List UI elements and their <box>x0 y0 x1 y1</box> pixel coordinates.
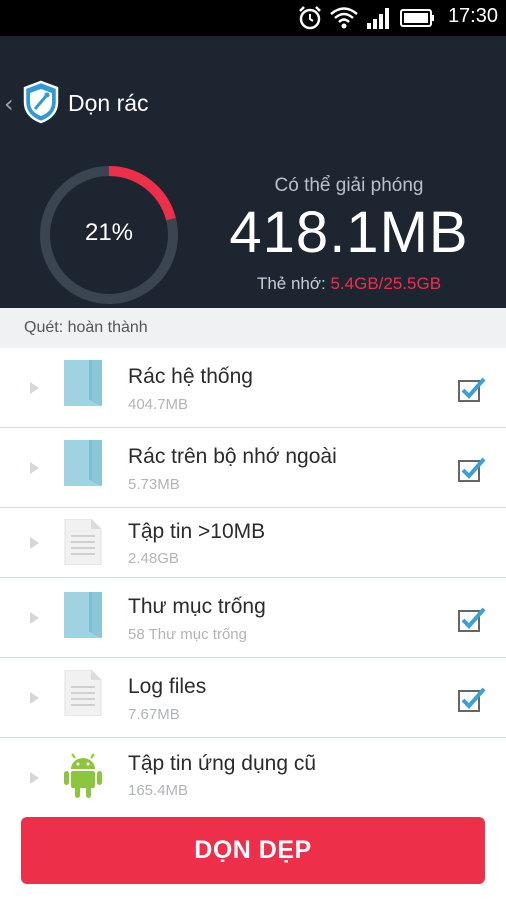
android-icon <box>64 753 102 798</box>
storage-label: Thẻ nhớ: <box>256 274 331 293</box>
checkbox-checked-icon[interactable] <box>458 606 486 632</box>
shield-logo-icon[interactable] <box>22 80 60 124</box>
document-icon <box>64 670 102 716</box>
item-title: Thư mục trống <box>128 595 266 618</box>
alarm-icon <box>299 6 321 30</box>
battery-icon <box>400 9 434 27</box>
item-subtitle: 58 Thư mục trống <box>128 626 247 643</box>
item-title: Tập tin >10MB <box>128 520 266 543</box>
expand-arrow-icon[interactable] <box>30 612 39 624</box>
scan-status-bar: Quét: hoàn thành <box>0 308 506 348</box>
checkbox-checked-icon[interactable] <box>458 456 486 482</box>
list-item[interactable]: Rác hệ thống 404.7MB <box>0 348 506 428</box>
free-size: 418.1MB <box>229 200 469 265</box>
folder-icon <box>64 360 102 406</box>
expand-arrow-icon[interactable] <box>30 382 39 394</box>
expand-arrow-icon[interactable] <box>30 462 39 474</box>
item-title: Log files <box>128 675 207 698</box>
folder-icon <box>64 440 102 486</box>
item-title: Tập tin ứng dụng cũ <box>128 752 317 775</box>
folder-icon <box>64 592 102 638</box>
app-header: ‹ Dọn rác 21% Có thể giải phóng 418.1MB … <box>0 36 506 308</box>
wifi-icon <box>330 7 358 29</box>
expand-arrow-icon[interactable] <box>30 692 39 704</box>
usage-percent: 21% <box>84 219 134 246</box>
status-bar: 17:30 <box>0 0 506 36</box>
storage-value: 5.4GB/25.5GB <box>330 274 442 293</box>
signal-icon <box>367 8 389 29</box>
app-title: Dọn rác <box>68 90 149 116</box>
storage-info: Thẻ nhớ: 5.4GB/25.5GB <box>226 274 472 294</box>
back-chevron-icon[interactable]: ‹ <box>4 90 14 118</box>
item-subtitle: 165.4MB <box>128 782 189 799</box>
item-title: Rác hệ thống <box>128 365 253 388</box>
list-item[interactable]: Log files 7.67MB <box>0 658 506 738</box>
item-subtitle: 2.48GB <box>128 550 179 567</box>
item-title: Rác trên bộ nhớ ngoài <box>128 445 337 468</box>
scan-status: Quét: hoàn thành <box>24 319 148 336</box>
list-item[interactable]: Rác trên bộ nhớ ngoài 5.73MB <box>0 428 506 508</box>
status-time: 17:30 <box>447 5 498 27</box>
checkbox-checked-icon[interactable] <box>458 376 486 402</box>
checkbox-checked-icon[interactable] <box>458 686 486 712</box>
item-subtitle: 5.73MB <box>128 476 180 493</box>
list-item[interactable]: Tập tin >10MB 2.48GB <box>0 508 506 578</box>
expand-arrow-icon[interactable] <box>30 772 39 784</box>
expand-arrow-icon[interactable] <box>30 537 39 549</box>
list-item[interactable]: Tập tin ứng dụng cũ 165.4MB <box>0 738 506 818</box>
list-item[interactable]: Thư mục trống 58 Thư mục trống <box>0 578 506 658</box>
item-subtitle: 7.67MB <box>128 706 180 723</box>
item-subtitle: 404.7MB <box>128 396 189 413</box>
clean-button[interactable]: DỌN DẸP <box>21 817 485 884</box>
document-icon <box>64 519 102 565</box>
free-caption: Có thể giải phóng <box>274 175 424 196</box>
